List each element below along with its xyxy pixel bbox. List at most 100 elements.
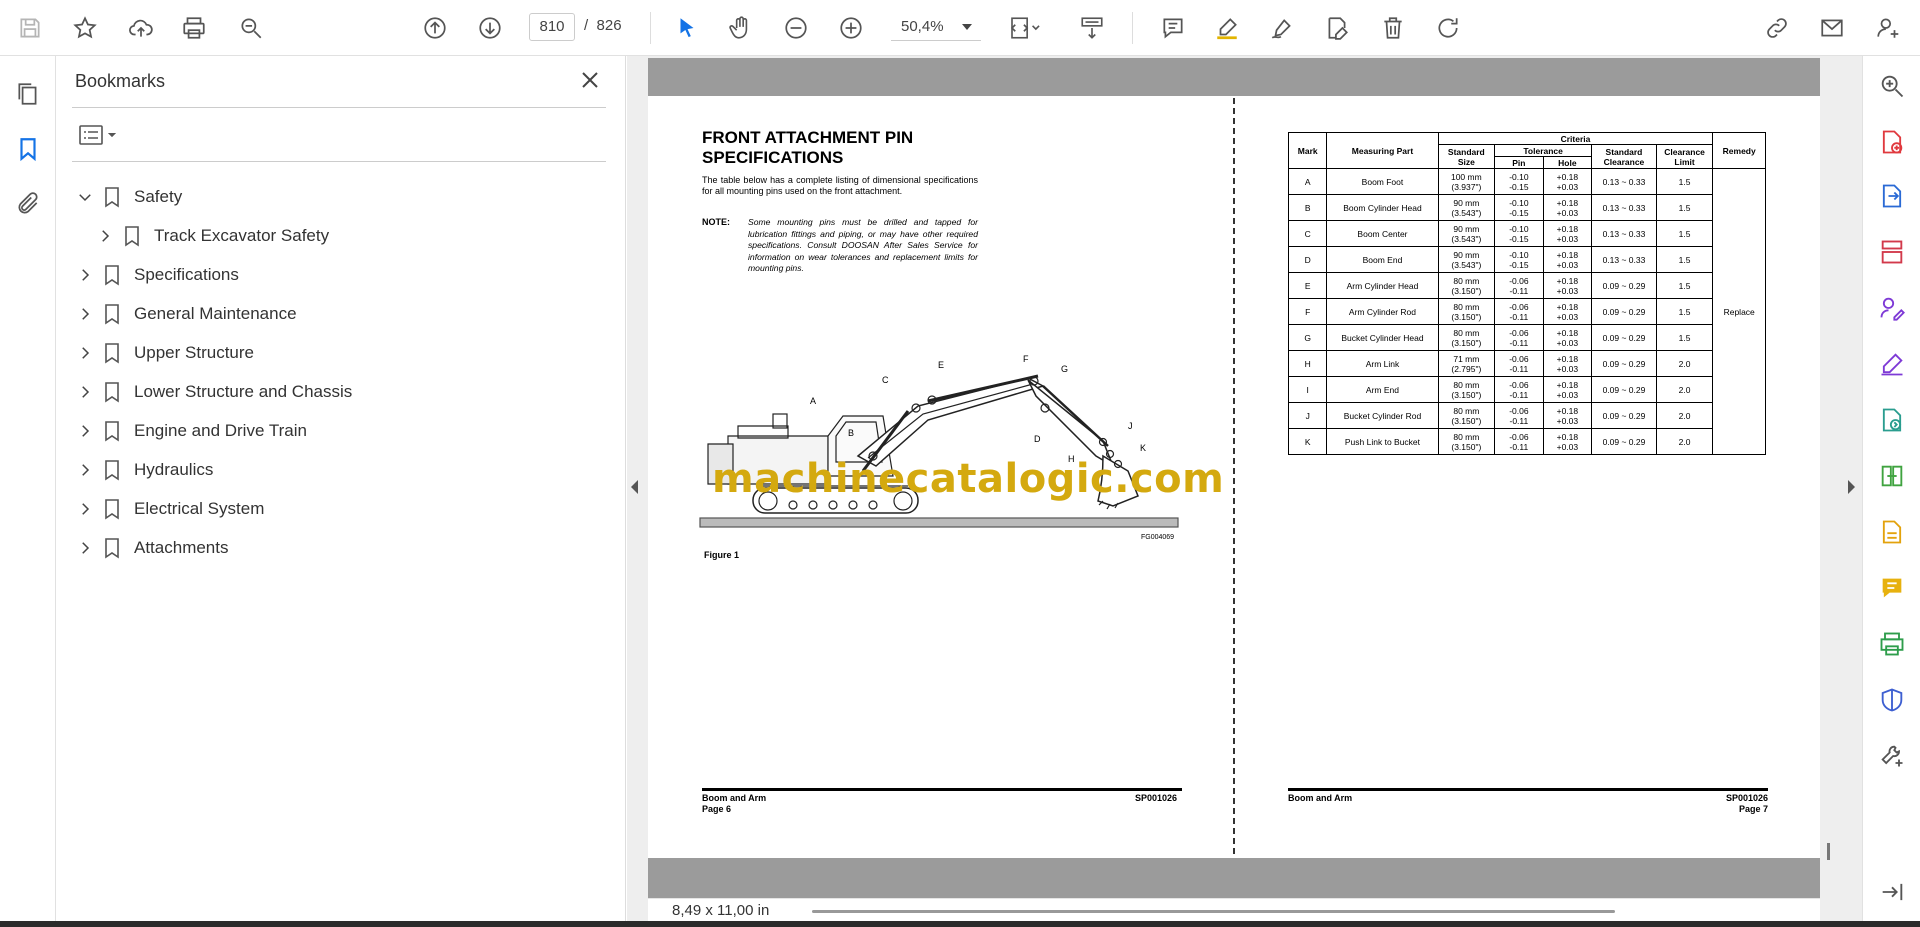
bookmark-item[interactable]: Engine and Drive Train bbox=[76, 416, 307, 446]
bookmark-item[interactable]: Lower Structure and Chassis bbox=[76, 377, 352, 407]
protect-shield-icon[interactable] bbox=[1876, 684, 1908, 716]
cell-mark: E bbox=[1287, 272, 1328, 299]
chevron-right-icon[interactable] bbox=[76, 383, 94, 401]
cell-text: (3.150") bbox=[1451, 415, 1482, 426]
cell-pin-tolerance: -0.06 -0.11 bbox=[1494, 402, 1544, 429]
fit-page-icon[interactable] bbox=[1003, 12, 1047, 44]
cell-text: (3.937") bbox=[1451, 181, 1482, 192]
cell-text: 0.09 ~ 0.29 bbox=[1602, 280, 1646, 291]
bookmark-item[interactable]: Electrical System bbox=[76, 494, 264, 524]
page-number-input[interactable]: 810 bbox=[529, 13, 575, 41]
zoom-search-icon[interactable] bbox=[235, 12, 267, 44]
bookmark-panel-icon[interactable] bbox=[12, 133, 44, 165]
bookmark-item[interactable]: Safety bbox=[76, 182, 182, 212]
bookmark-item[interactable]: Track Excavator Safety bbox=[96, 221, 329, 251]
cell-remedy: Replace bbox=[1712, 168, 1766, 455]
bookmark-item[interactable]: Specifications bbox=[76, 260, 239, 290]
fill-sign-icon[interactable] bbox=[1876, 348, 1908, 380]
cell-mark: G bbox=[1287, 324, 1328, 351]
bookmark-item[interactable]: Hydraulics bbox=[76, 455, 213, 485]
zoom-in-icon[interactable] bbox=[835, 12, 867, 44]
cloud-upload-icon[interactable] bbox=[125, 12, 157, 44]
table-row: E Arm Cylinder Head 80 mm (3.150") -0.06 -0.1… bbox=[1287, 272, 1766, 299]
expand-panel-icon[interactable] bbox=[1876, 876, 1908, 908]
create-pdf-icon[interactable] bbox=[1876, 126, 1908, 158]
star-icon[interactable] bbox=[69, 12, 101, 44]
chevron-right-icon[interactable] bbox=[76, 461, 94, 479]
chevron-down-icon[interactable] bbox=[76, 188, 94, 206]
cell-hole-tolerance: +0.18 +0.03 bbox=[1542, 428, 1593, 455]
bookmark-options-button[interactable] bbox=[76, 120, 124, 150]
more-tools-icon[interactable] bbox=[1876, 740, 1908, 772]
select-cursor-icon[interactable] bbox=[671, 12, 703, 44]
chevron-down-icon[interactable] bbox=[962, 24, 972, 30]
collapse-left-panel-icon[interactable] bbox=[631, 480, 638, 494]
cell-text: 1.5 bbox=[1678, 280, 1691, 291]
bookmark-icon bbox=[102, 186, 122, 208]
print-production-icon[interactable] bbox=[1876, 628, 1908, 660]
bookmark-item[interactable]: Upper Structure bbox=[76, 338, 254, 368]
add-user-icon[interactable] bbox=[1872, 12, 1904, 44]
cell-std-size: 90 mm (3.543") bbox=[1437, 220, 1496, 247]
cell-clearance-limit: 1.5 bbox=[1655, 298, 1714, 325]
cell-std-clearance: 0.09 ~ 0.29 bbox=[1591, 350, 1657, 377]
note-text: Some mounting pins must be drilled and t… bbox=[748, 217, 978, 273]
chevron-right-icon[interactable] bbox=[76, 344, 94, 362]
comment-tool-icon[interactable] bbox=[1876, 572, 1908, 604]
previous-page-icon[interactable] bbox=[419, 12, 451, 44]
chevron-right-icon[interactable] bbox=[76, 500, 94, 518]
cell-text: +0.18 bbox=[1556, 379, 1579, 390]
cell-text: B bbox=[1304, 202, 1311, 213]
taskbar-strip bbox=[0, 921, 1920, 927]
bookmark-item[interactable]: Attachments bbox=[76, 533, 229, 563]
figure-label: J bbox=[1128, 421, 1133, 431]
chevron-right-icon[interactable] bbox=[76, 422, 94, 440]
collapse-right-panel-icon[interactable] bbox=[1848, 480, 1855, 494]
cell-text: -0.10 bbox=[1509, 249, 1529, 260]
chevron-right-icon[interactable] bbox=[76, 266, 94, 284]
col-header-remedy: Remedy bbox=[1712, 132, 1766, 169]
organize-pages-icon[interactable] bbox=[1876, 236, 1908, 268]
hand-tool-icon[interactable] bbox=[725, 12, 757, 44]
bookmark-item[interactable]: General Maintenance bbox=[76, 299, 297, 329]
close-icon[interactable] bbox=[578, 68, 604, 94]
cell-text: -0.06 bbox=[1509, 301, 1529, 312]
compare-files-icon[interactable] bbox=[1876, 460, 1908, 492]
chevron-right-icon[interactable] bbox=[96, 227, 114, 245]
chevron-right-icon[interactable] bbox=[76, 539, 94, 557]
email-icon[interactable] bbox=[1816, 12, 1848, 44]
cell-part: Boom Center bbox=[1326, 220, 1439, 247]
share-link-icon[interactable] bbox=[1761, 12, 1793, 44]
cell-std-size: 80 mm (3.150") bbox=[1437, 298, 1496, 325]
next-page-icon[interactable] bbox=[474, 12, 506, 44]
cell-text: -0.15 bbox=[1509, 181, 1529, 192]
figure-label: C bbox=[882, 375, 889, 385]
scan-ocr-icon[interactable] bbox=[1876, 516, 1908, 548]
zoom-search-icon[interactable] bbox=[1876, 70, 1908, 102]
horizontal-scrollbar[interactable] bbox=[812, 910, 1615, 913]
page-thumbnails-icon[interactable] bbox=[12, 78, 44, 110]
cell-mark: K bbox=[1287, 428, 1328, 455]
zoom-out-icon[interactable] bbox=[780, 12, 812, 44]
rotate-icon[interactable] bbox=[1432, 12, 1464, 44]
delete-trash-icon[interactable] bbox=[1377, 12, 1409, 44]
vertical-scrollbar-thumb[interactable] bbox=[1827, 843, 1830, 860]
print-icon[interactable] bbox=[178, 12, 210, 44]
figure-label: D bbox=[1034, 434, 1041, 444]
comment-icon[interactable] bbox=[1157, 12, 1189, 44]
edit-text-icon[interactable] bbox=[1321, 12, 1353, 44]
cell-text: (3.150") bbox=[1451, 311, 1482, 322]
highlight-icon[interactable] bbox=[1211, 12, 1243, 44]
scroll-mode-icon[interactable] bbox=[1074, 12, 1110, 44]
export-pdf-icon[interactable] bbox=[1876, 180, 1908, 212]
cell-hole-tolerance: +0.18 +0.03 bbox=[1542, 168, 1593, 195]
draw-pen-icon[interactable] bbox=[1266, 12, 1298, 44]
save-icon[interactable] bbox=[14, 12, 46, 44]
cell-text: 90 mm bbox=[1453, 223, 1480, 234]
request-signature-icon[interactable] bbox=[1876, 292, 1908, 324]
toolbar-separator bbox=[1132, 12, 1133, 44]
chevron-right-icon[interactable] bbox=[76, 305, 94, 323]
cell-part: Boom End bbox=[1326, 246, 1439, 273]
attachment-icon[interactable] bbox=[12, 188, 44, 220]
send-for-review-icon[interactable] bbox=[1876, 404, 1908, 436]
